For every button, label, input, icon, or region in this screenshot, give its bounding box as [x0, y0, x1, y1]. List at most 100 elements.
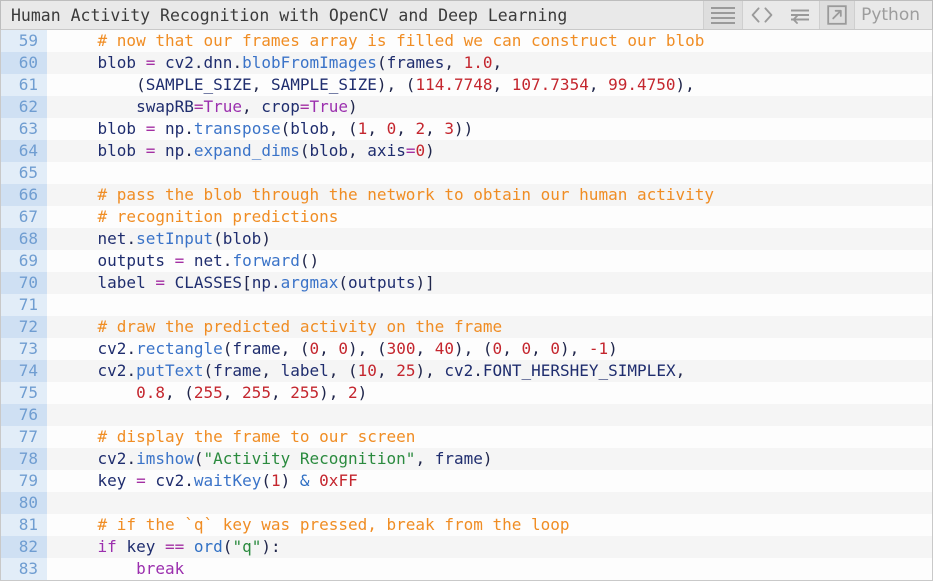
code-token-var: blob [222, 229, 262, 248]
code-line-content[interactable]: blob = np.expand_dims(blob, axis=0) [47, 140, 932, 162]
line-number: 60 [1, 52, 47, 74]
code-token-var: outputs [348, 273, 416, 292]
code-token-pl: . [232, 53, 243, 72]
code-token-const: SAMPLE_SIZE [270, 75, 377, 94]
line-number: 74 [1, 360, 47, 382]
code-line-content[interactable]: blob = cv2.dnn.blobFromImages(frames, 1.… [47, 52, 932, 74]
code-line-content[interactable]: key = cv2.waitKey(1) & 0xFF [47, 470, 932, 492]
code-token-fn: transpose [193, 119, 281, 138]
code-line-content[interactable] [47, 492, 932, 514]
code-token-bi: ord [193, 537, 223, 556]
code-token-pl: , [319, 339, 339, 358]
code-token-pl: ( [222, 339, 233, 358]
code-line-content[interactable]: blob = np.transpose(blob, (1, 0, 2, 3)) [47, 118, 932, 140]
code-token-pl: , ( [328, 119, 358, 138]
code-viewer[interactable]: 59 # now that our frames array is filled… [0, 30, 933, 581]
code-line-content[interactable]: (SAMPLE_SIZE, SAMPLE_SIZE), (114.7748, 1… [47, 74, 932, 96]
code-token-pl: ) [357, 383, 368, 402]
code-token-op: = [193, 97, 204, 116]
code-line-content[interactable]: # recognition predictions [47, 206, 932, 228]
code-line-content[interactable]: # now that our frames array is filled we… [47, 30, 932, 52]
code-token-const: CLASSES [174, 273, 243, 292]
menu-button[interactable] [703, 1, 744, 29]
code-token-pl: ), [415, 361, 445, 380]
code-token-pl: ( [59, 75, 146, 94]
code-token-pl: . [184, 141, 194, 160]
code-token-pl: , [531, 339, 551, 358]
code-line-row: 75 0.8, (255, 255, 255), 2) [1, 382, 932, 404]
code-token-num: 1 [357, 119, 368, 138]
code-token-num: 2 [415, 119, 426, 138]
line-number: 82 [1, 536, 47, 558]
code-token-num: 2 [348, 383, 358, 402]
toggle-word-wrap-button[interactable] [781, 1, 819, 29]
code-token-pl: , [415, 449, 435, 468]
line-number: 81 [1, 514, 47, 536]
code-line-content[interactable]: net.setInput(blob) [47, 228, 932, 250]
code-line-content[interactable]: break [47, 558, 932, 580]
code-line-content[interactable]: 0.8, (255, 255, 255), 2) [47, 382, 932, 404]
code-line-row: 70 label = CLASSES[np.argmax(outputs)] [1, 272, 932, 294]
code-brackets-icon [751, 7, 773, 23]
code-line-content[interactable]: swapRB=True, crop=True) [47, 96, 932, 118]
code-token-var: blob [97, 119, 137, 138]
code-token-var: cv2 [444, 361, 474, 380]
code-line-content[interactable]: cv2.imshow("Activity Recognition", frame… [47, 448, 932, 470]
gist-embed-widget: Human Activity Recognition with OpenCV a… [0, 0, 933, 581]
code-line-content[interactable]: outputs = net.forward() [47, 250, 932, 272]
code-token-var: cv2 [97, 449, 127, 468]
code-token-pl: , [415, 339, 435, 358]
open-in-new-window-button[interactable] [819, 1, 856, 29]
code-token-num: 0 [550, 339, 560, 358]
view-source-button[interactable] [743, 1, 781, 29]
code-line-row: 76 [1, 404, 932, 426]
code-line-content[interactable] [47, 294, 932, 316]
code-token-num: 0 [309, 339, 320, 358]
code-token-pl: . [222, 251, 233, 270]
code-line-content[interactable]: # draw the predicted activity on the fra… [47, 316, 932, 338]
code-line-row: 64 blob = np.expand_dims(blob, axis=0) [1, 140, 932, 162]
code-token-var: swapRB [136, 97, 194, 116]
code-token-num: 0 [492, 339, 503, 358]
code-line-content[interactable]: # display the frame to our screen [47, 426, 932, 448]
code-token-var: blob [290, 119, 329, 138]
code-token-num: 40 [434, 339, 455, 358]
code-line-content[interactable]: cv2.putText(frame, label, (10, 25), cv2.… [47, 360, 932, 382]
code-token-var: key [97, 471, 127, 490]
code-line-content[interactable]: # pass the blob through the network to o… [47, 184, 932, 206]
code-line-content[interactable]: cv2.rectangle(frame, (0, 0), (300, 40), … [47, 338, 932, 360]
line-number: 68 [1, 228, 47, 250]
code-line-content[interactable]: # if the `q` key was pressed, break from… [47, 514, 932, 536]
code-line-content[interactable]: if key == ord("q"): [47, 536, 932, 558]
code-line-content[interactable]: label = CLASSES[np.argmax(outputs)] [47, 272, 932, 294]
code-line-row: 78 cv2.imshow("Activity Recognition", fr… [1, 448, 932, 470]
code-table: 59 # now that our frames array is filled… [1, 30, 932, 580]
code-token-pl: ( [376, 53, 387, 72]
code-token-var: np [164, 119, 185, 138]
code-line-content[interactable] [47, 404, 932, 426]
code-token-pl: , [348, 141, 368, 160]
line-number: 64 [1, 140, 47, 162]
code-token-num: 300 [386, 339, 416, 358]
code-token-fn: forward [232, 251, 300, 270]
code-token-op: = [145, 119, 156, 138]
code-token-pl: , ( [280, 339, 310, 358]
code-line-content[interactable] [47, 162, 932, 184]
code-token-var: axis [367, 141, 406, 160]
line-number: 78 [1, 448, 47, 470]
code-token-var: cv2 [164, 53, 194, 72]
code-token-const: SAMPLE_SIZE [145, 75, 252, 94]
code-token-pl: ), [560, 339, 589, 358]
code-token-com: # now that our frames array is filled we… [59, 31, 705, 50]
code-token-pl: ), ( [376, 75, 416, 94]
code-token-pl: , [502, 339, 522, 358]
